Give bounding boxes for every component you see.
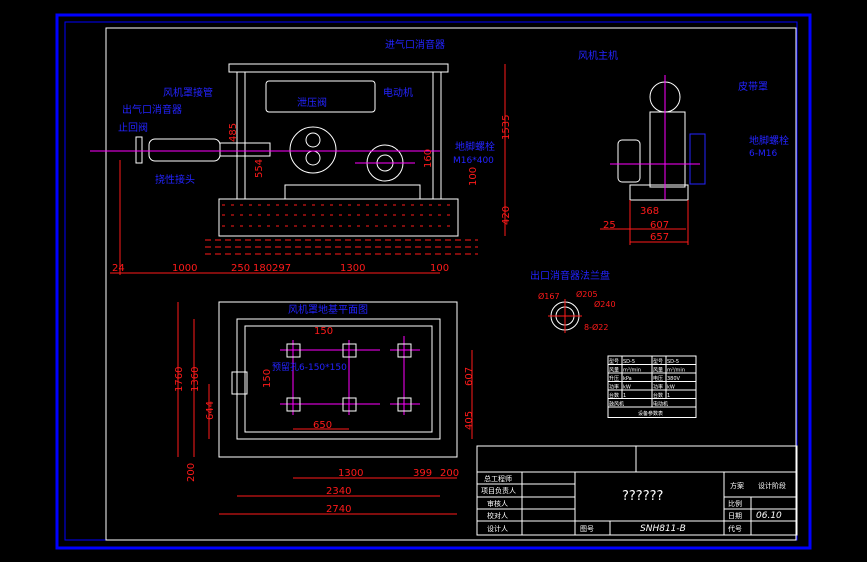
title-block: 总工程师 项目负责人 审核人 校对人 设计人 ?????? 图号 SNH811-…	[476, 445, 798, 536]
dim-100-v: 100	[468, 167, 479, 186]
dim-657: 657	[650, 232, 669, 243]
flange-detail: 出口消音器法兰盘 Ø167 Ø205 Ø240 8-Ø22	[530, 269, 616, 333]
label-flex-joint: 挠性接头	[155, 173, 195, 186]
spec-cell: SD-5	[623, 359, 635, 365]
dim-200-v: 200	[186, 463, 197, 482]
dim-607-plan: 607	[464, 367, 475, 386]
label-relief-valve: 泄压阀	[297, 96, 327, 109]
dim-485: 485	[228, 123, 239, 142]
spec-table: 型号 SD-5 型号 SD-5 风量 m³/min 风量 m³/min 升压 kPa 电压 380V 功…	[607, 355, 697, 418]
spec-cell: SD-5	[667, 359, 679, 365]
spec-cell: 电动机	[653, 401, 668, 408]
plan-view: 风机罩地基平面图 预留孔6-150*150 150 150 650 1760 1…	[174, 301, 475, 515]
dim-180: 180	[253, 263, 272, 274]
spec-cell: 功率	[653, 384, 663, 391]
hole-note: 预留孔6-150*150	[272, 361, 347, 373]
dim-368: 368	[640, 206, 659, 217]
label-belt-guard: 皮带罩	[738, 80, 768, 93]
dim-150-h: 150	[314, 326, 333, 337]
side-view: 风机主机 皮带罩 地脚螺栓 6-M16 368 607 657 25	[578, 49, 789, 245]
role-project-lead: 项目负责人	[481, 486, 516, 495]
spec-cell: 升压	[609, 375, 619, 382]
label-outlet-muffler: 出气口消音器	[122, 103, 182, 116]
label-motor: 电动机	[383, 86, 413, 99]
spec-cell: 1	[667, 393, 670, 399]
drawing-title: ??????	[622, 489, 663, 504]
spec-cell: 型号	[609, 358, 619, 365]
dim-2340: 2340	[326, 486, 351, 497]
role-checker: 校对人	[487, 511, 508, 520]
label-anchor-bolt: 地脚螺栓	[455, 140, 495, 153]
dim-100: 100	[430, 263, 449, 274]
dim-607-side: 607	[650, 220, 669, 231]
flange-holes: 8-Ø22	[584, 322, 608, 332]
label-hood-pipe: 风机罩接管	[163, 86, 213, 99]
blower-shape	[289, 126, 337, 174]
dim-1360: 1360	[190, 367, 201, 392]
dim-200-h: 200	[440, 468, 459, 479]
dim-250: 250	[231, 263, 250, 274]
spec-cell: 鼓风机	[609, 401, 624, 408]
flange-d167: Ø167	[538, 291, 560, 301]
dim-160: 160	[423, 149, 434, 168]
drawing-no-label: 图号	[580, 525, 594, 533]
stage-label: 设计阶段	[758, 481, 786, 490]
label-blower: 风机主机	[578, 49, 618, 62]
dim-2740: 2740	[326, 504, 351, 515]
spec-cell: 功率	[609, 384, 619, 391]
spec-cell: 型号	[653, 358, 663, 365]
flange-d205: Ø205	[576, 289, 598, 299]
dim-25: 25	[603, 220, 616, 231]
label-anchor-spec: M16*400	[453, 156, 494, 166]
role-chief-engineer: 总工程师	[484, 474, 512, 483]
drawing-border	[105, 27, 797, 541]
label-check-valve: 止回阀	[118, 121, 148, 134]
spec-cell: kW	[623, 385, 631, 391]
role-designer: 设计人	[487, 524, 508, 533]
cad-drawing: 进气口消音器 电动机 泄压阀 风机罩接管 出气口消音器 止回阀 挠性接头 地脚螺…	[55, 13, 812, 550]
drawing-no: SNH811-B	[640, 524, 686, 534]
dim-24: 24	[112, 263, 125, 274]
elevation-view: 进气口消音器 电动机 泄压阀 风机罩接管 出气口消音器 止回阀 挠性接头 地脚螺…	[90, 38, 512, 275]
label-side-anchor-spec: 6-M16	[749, 149, 777, 159]
dim-650: 650	[313, 420, 332, 431]
dim-1000: 1000	[172, 263, 197, 274]
dim-1300-plan: 1300	[338, 468, 363, 479]
spec-cell: kW	[667, 385, 675, 391]
scheme-label: 方案	[730, 481, 744, 490]
plan-title: 风机罩地基平面图	[288, 303, 368, 316]
spec-cell: 风量	[653, 367, 663, 374]
dim-405: 405	[464, 411, 475, 430]
flange-d240: Ø240	[594, 299, 616, 309]
dim-420: 420	[501, 206, 512, 225]
spec-cell: m³/min	[667, 368, 685, 374]
spec-cell: 1	[623, 393, 626, 399]
spec-cell: 电压	[653, 375, 663, 382]
label-side-anchor-bolt: 地脚螺栓	[749, 134, 789, 147]
code-label: 代号	[728, 524, 742, 533]
dim-1760: 1760	[174, 367, 185, 392]
dim-150-v: 150	[262, 369, 273, 388]
inner-frame	[64, 21, 798, 541]
date-value: 06.10	[756, 511, 782, 521]
dim-554: 554	[254, 159, 265, 178]
spec-table-footer: 设备参数表	[638, 410, 663, 417]
dim-1300: 1300	[340, 263, 365, 274]
dim-1535: 1535	[501, 115, 512, 140]
dim-297: 297	[272, 263, 291, 274]
dim-399: 399	[413, 468, 432, 479]
spec-cell: 台数	[609, 392, 619, 399]
role-reviewer: 审核人	[487, 499, 508, 508]
label-inlet-muffler: 进气口消音器	[385, 38, 445, 51]
spec-cell: 380V	[667, 376, 681, 382]
dim-644: 644	[205, 401, 216, 420]
date-label: 日期	[728, 512, 742, 520]
spec-cell: 风量	[609, 367, 619, 374]
flange-title: 出口消音器法兰盘	[530, 269, 610, 282]
spec-cell: 台数	[653, 392, 663, 399]
spec-cell: kPa	[623, 376, 632, 382]
scale-label: 比例	[728, 499, 742, 508]
spec-cell: m³/min	[623, 368, 641, 374]
